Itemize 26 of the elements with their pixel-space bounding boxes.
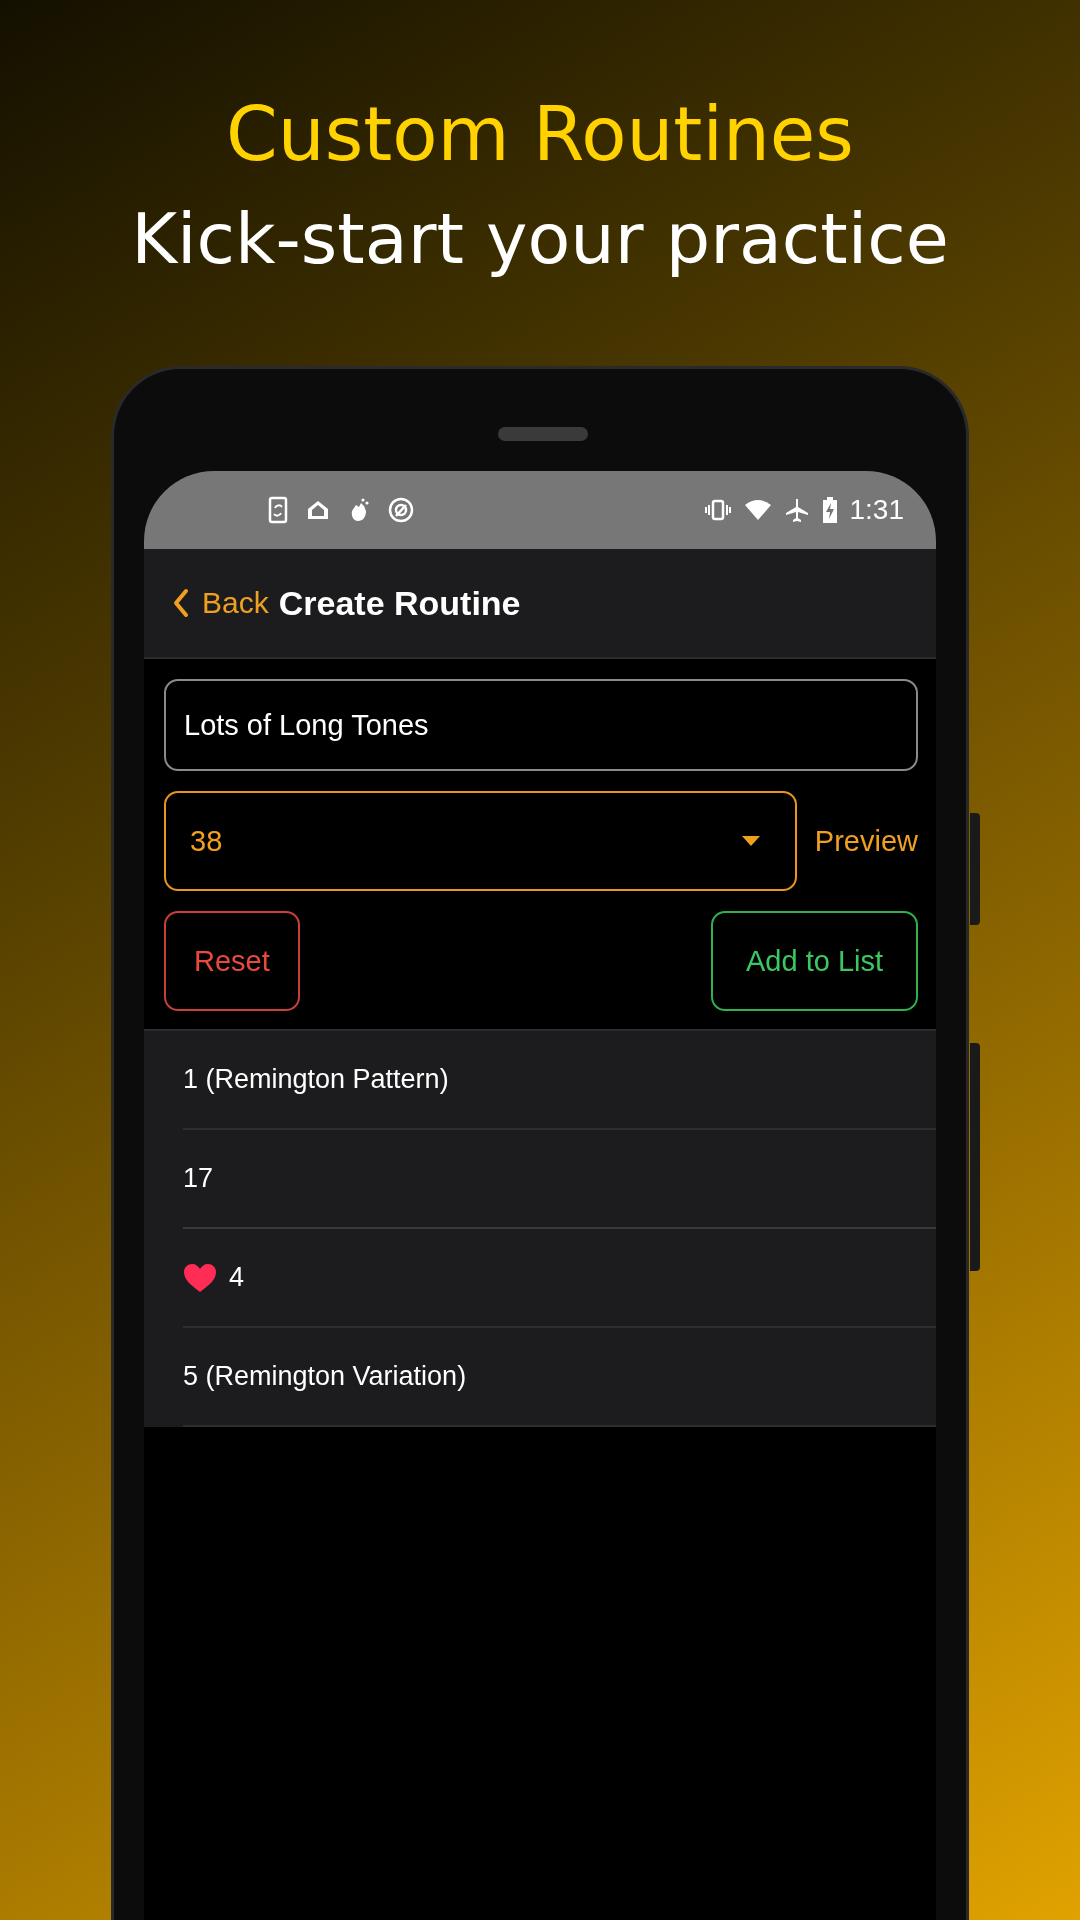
home-icon — [306, 499, 330, 521]
list-item[interactable]: 5 (Remington Variation) — [183, 1328, 936, 1427]
dropdown-caret-icon — [740, 835, 761, 847]
back-button[interactable]: Back — [172, 586, 269, 620]
headline: Custom Routines — [226, 90, 854, 178]
status-time: 1:31 — [849, 494, 904, 526]
item-label: 1 (Remington Pattern) — [183, 1064, 449, 1095]
battery-charging-icon — [821, 497, 838, 523]
preview-button[interactable]: Preview — [814, 824, 918, 858]
list-item[interactable]: 4 — [183, 1229, 936, 1328]
item-label: 5 (Remington Variation) — [183, 1361, 467, 1392]
subheadline: Kick-start your practice — [131, 197, 949, 282]
airplane-icon — [783, 497, 810, 523]
name-field[interactable]: Lots of Long Tones — [164, 679, 918, 771]
wifi-icon — [743, 499, 772, 521]
number-dropdown[interactable]: 38 — [164, 791, 797, 891]
screen-title: Create Routine — [278, 583, 521, 623]
phone-sync-icon — [268, 496, 288, 524]
item-label: 17 — [183, 1163, 214, 1194]
circle-icon — [388, 497, 414, 523]
reset-button[interactable]: Reset — [164, 911, 300, 1011]
vibrate-icon — [703, 499, 732, 521]
item-label: 4 — [229, 1262, 245, 1293]
list-item[interactable]: 1 (Remington Pattern) — [183, 1031, 936, 1130]
chevron-left-icon — [172, 588, 190, 618]
add-button[interactable]: Add to List — [711, 911, 918, 1011]
